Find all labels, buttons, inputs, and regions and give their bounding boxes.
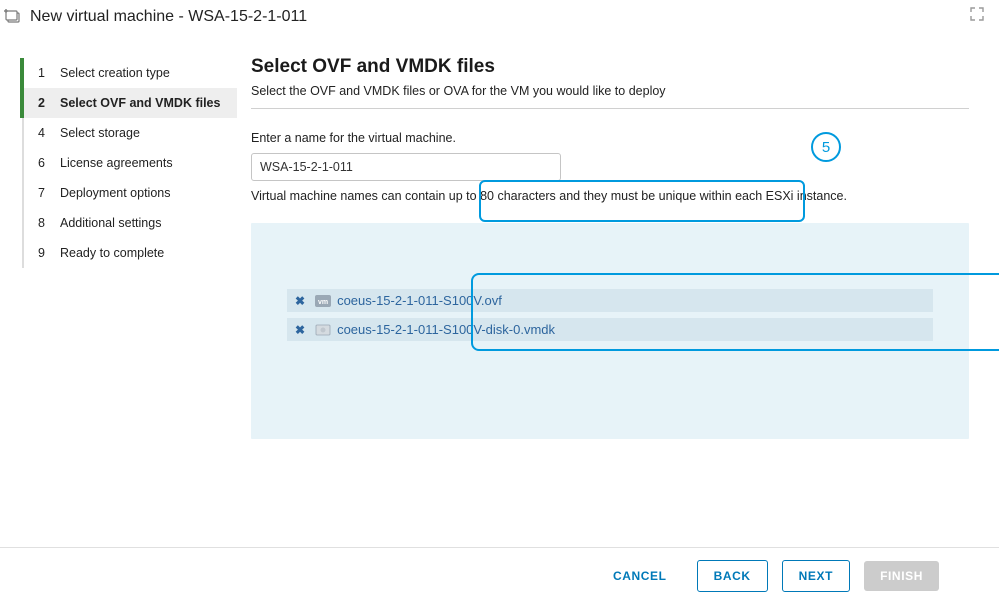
finish-button: FINISH [864, 561, 939, 591]
step-label: Select OVF and VMDK files [60, 96, 220, 110]
new-vm-icon [4, 8, 22, 26]
file-dropzone[interactable]: ✖ vm coeus-15-2-1-011-S100V.ovf ✖ [251, 223, 969, 439]
file-name: coeus-15-2-1-011-S100V.ovf [337, 293, 502, 308]
step-label: Select storage [60, 126, 140, 140]
step-label: Select creation type [60, 66, 170, 80]
vm-name-input[interactable] [251, 153, 561, 181]
step-label: Ready to complete [60, 246, 164, 260]
step-number: 7 [38, 186, 52, 200]
vm-name-label: Enter a name for the virtual machine. [251, 131, 969, 145]
window-title: New virtual machine - WSA-15-2-1-011 [30, 8, 307, 26]
step-label: License agreements [60, 156, 173, 170]
step-ready-to-complete[interactable]: 9 Ready to complete [24, 238, 237, 268]
step-number: 9 [38, 246, 52, 260]
back-button[interactable]: BACK [697, 560, 768, 592]
file-row-vmdk: ✖ coeus-15-2-1-011-S100V-disk-0.vmdk [287, 318, 933, 341]
remove-file-icon[interactable]: ✖ [295, 294, 305, 308]
step-select-storage[interactable]: 4 Select storage [24, 118, 237, 148]
step-select-creation-type[interactable]: 1 Select creation type [20, 58, 237, 88]
step-deployment-options[interactable]: 7 Deployment options [24, 178, 237, 208]
file-name: coeus-15-2-1-011-S100V-disk-0.vmdk [337, 322, 555, 337]
wizard-sidebar: 1 Select creation type 2 Select OVF and … [0, 36, 237, 549]
file-row-ovf: ✖ vm coeus-15-2-1-011-S100V.ovf [287, 289, 933, 312]
step-label: Additional settings [60, 216, 161, 230]
step-license-agreements[interactable]: 6 License agreements [24, 148, 237, 178]
step-number: 6 [38, 156, 52, 170]
step-number: 8 [38, 216, 52, 230]
wizard-footer: CANCEL BACK NEXT FINISH [0, 547, 999, 603]
main-panel: Select OVF and VMDK files Select the OVF… [237, 36, 999, 549]
disk-file-icon [315, 323, 331, 337]
page-subtitle: Select the OVF and VMDK files or OVA for… [251, 84, 969, 109]
callout-5: 5 [811, 132, 841, 162]
page-heading: Select OVF and VMDK files [251, 56, 969, 78]
vm-file-icon: vm [315, 294, 331, 308]
titlebar: New virtual machine - WSA-15-2-1-011 [0, 0, 999, 36]
step-additional-settings[interactable]: 8 Additional settings [24, 208, 237, 238]
svg-text:vm: vm [318, 299, 328, 306]
callout-number: 5 [811, 132, 841, 162]
remove-file-icon[interactable]: ✖ [295, 323, 305, 337]
cancel-button[interactable]: CANCEL [597, 561, 683, 591]
step-number: 2 [38, 96, 52, 110]
vm-name-hint: Virtual machine names can contain up to … [251, 189, 969, 203]
step-label: Deployment options [60, 186, 170, 200]
step-number: 1 [38, 66, 52, 80]
next-button[interactable]: NEXT [782, 560, 850, 592]
wizard-steps: 1 Select creation type 2 Select OVF and … [22, 58, 237, 268]
step-select-ovf-vmdk[interactable]: 2 Select OVF and VMDK files [20, 88, 237, 118]
step-number: 4 [38, 126, 52, 140]
expand-icon[interactable] [969, 6, 985, 27]
